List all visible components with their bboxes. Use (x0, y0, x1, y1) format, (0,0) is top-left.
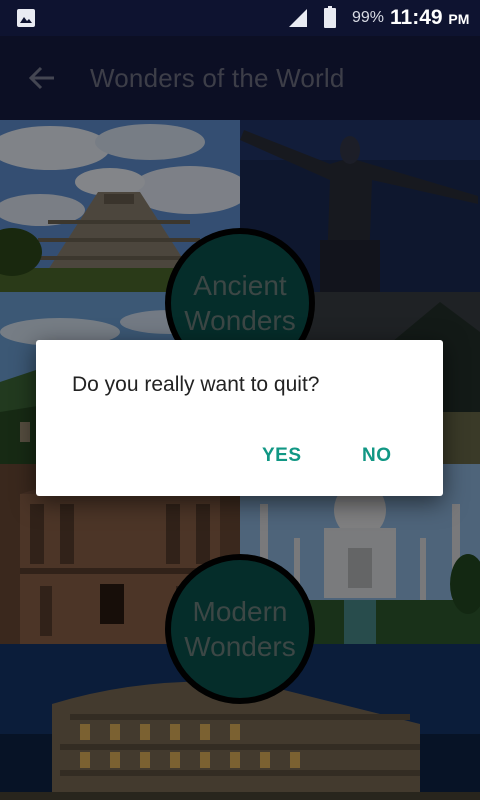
dialog-message: Do you really want to quit? (72, 373, 320, 396)
battery-percent: 99% (352, 9, 385, 26)
image-notification-icon (17, 9, 35, 27)
clock-time: 11:49 (390, 6, 443, 29)
clock-ampm: PM (448, 11, 470, 27)
status-bar: 99% 11:49 PM (0, 0, 480, 36)
battery-icon (324, 6, 336, 28)
yes-button[interactable]: YES (252, 438, 312, 474)
clock: 11:49 PM (390, 6, 469, 30)
quit-dialog: Do you really want to quit? YES NO (36, 340, 443, 496)
signal-icon (289, 9, 307, 27)
no-button[interactable]: NO (352, 438, 402, 474)
